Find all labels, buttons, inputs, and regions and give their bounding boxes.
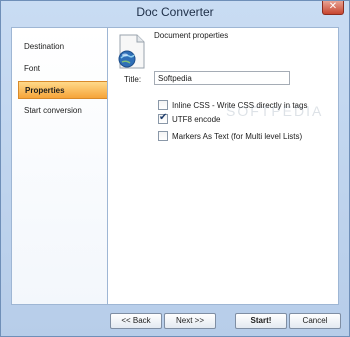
app-window: Doc Converter ✕ Destination Font Propert… xyxy=(0,0,350,337)
section-title: Document properties xyxy=(154,31,229,40)
sidebar-item-destination[interactable]: Destination xyxy=(18,38,108,56)
back-button[interactable]: << Back xyxy=(110,313,162,329)
markers-as-text-label: Markers As Text (for Multi level Lists) xyxy=(172,131,303,141)
button-bar: << Back Next >> Start! Cancel xyxy=(1,305,349,337)
utf8-encode-label: UTF8 encode xyxy=(172,114,221,124)
utf8-encode-option[interactable]: UTF8 encode xyxy=(158,112,221,125)
markers-as-text-option[interactable]: Markers As Text (for Multi level Lists) xyxy=(158,130,302,142)
sidebar-item-start-conversion[interactable]: Start conversion xyxy=(18,102,108,120)
close-button[interactable]: ✕ xyxy=(322,1,344,15)
sidebar-item-font[interactable]: Font xyxy=(18,60,108,78)
sidebar-item-properties[interactable]: Properties xyxy=(18,81,109,99)
properties-panel: Document properties Title: Inline CSS - … xyxy=(107,27,339,305)
start-button[interactable]: Start! xyxy=(235,313,287,329)
document-globe-icon xyxy=(118,34,145,69)
cancel-button[interactable]: Cancel xyxy=(289,313,341,329)
title-label: Title: xyxy=(124,75,142,84)
window-title: Doc Converter xyxy=(136,5,214,19)
watermark: SOFTPEDIA xyxy=(226,103,324,119)
title-bar[interactable]: Doc Converter ✕ xyxy=(1,1,349,27)
utf8-encode-checkbox[interactable] xyxy=(158,112,168,124)
inline-css-checkbox[interactable] xyxy=(158,100,168,110)
sidebar: Destination Font Properties Start conver… xyxy=(11,27,109,305)
title-input[interactable] xyxy=(154,71,290,85)
next-button[interactable]: Next >> xyxy=(164,313,216,329)
markers-as-text-checkbox[interactable] xyxy=(158,131,168,141)
